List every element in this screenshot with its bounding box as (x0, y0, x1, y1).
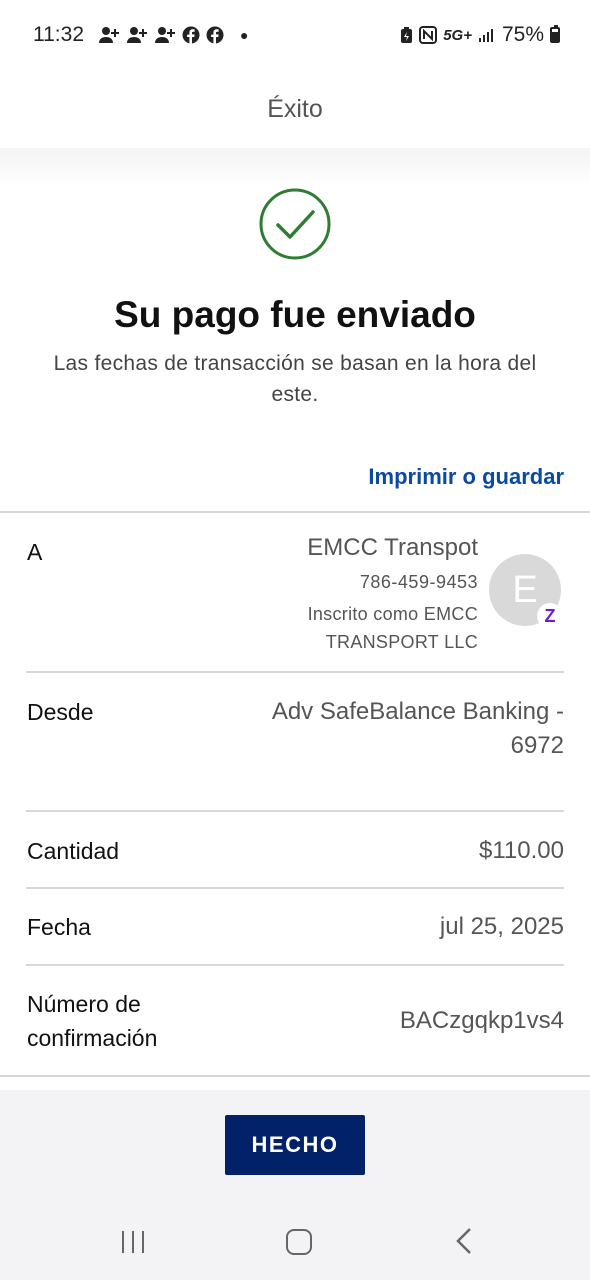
done-button[interactable]: HECHO (225, 1115, 365, 1175)
battery-icon (550, 25, 560, 43)
date-value: jul 25, 2025 (439, 913, 564, 940)
battery-level: 75% (501, 23, 544, 46)
5g-icon: 5G+ (443, 26, 472, 44)
amount-value: $110.00 (479, 837, 564, 864)
app-header: Éxito (0, 70, 590, 148)
dot-icon: ● (240, 27, 249, 43)
home-icon[interactable] (286, 1229, 312, 1255)
print-or-save-link[interactable]: Imprimir o guardar (368, 464, 564, 490)
signal-icon (478, 27, 496, 43)
to-label: A (27, 539, 43, 565)
check-circle-icon (259, 188, 331, 260)
success-subtitle: Las fechas de transacción se basan en la… (53, 352, 537, 406)
status-right: 5G+ 75% (400, 23, 560, 47)
status-left: 11:32 ● (33, 23, 248, 47)
battery-saver-icon (400, 26, 413, 44)
divider (26, 671, 564, 673)
amount-label: Cantidad (27, 838, 120, 864)
back-icon[interactable] (455, 1227, 473, 1260)
divider (26, 964, 564, 966)
person-add-icon (154, 26, 176, 44)
divider (26, 887, 564, 889)
status-bar: 11:32 ● 5G+ 75% (0, 0, 590, 70)
divider (0, 511, 590, 513)
divider (0, 1075, 590, 1077)
recipient-phone: 786-459-9453 (359, 572, 478, 592)
success-area: Su pago fue enviado Las fechas de transa… (0, 148, 590, 508)
facebook-icon (206, 26, 224, 44)
confirmation-label: Número de confirmación (27, 991, 158, 1051)
recipient-name: EMCC Transpot (307, 534, 478, 561)
recipient-enrolled-as: Inscrito como EMCC TRANSPORT LLC (307, 604, 478, 652)
recents-icon[interactable] (120, 1231, 146, 1253)
person-add-icon (98, 26, 120, 44)
from-account-value: Adv SafeBalance Banking - 6972 (271, 698, 564, 759)
zelle-badge-icon: Z (537, 603, 563, 629)
success-title: Su pago fue enviado (114, 294, 476, 335)
facebook-icon (182, 26, 200, 44)
system-nav-bar (0, 1205, 590, 1280)
nfc-icon (419, 26, 438, 44)
person-add-icon (126, 26, 148, 44)
date-label: Fecha (27, 914, 91, 940)
page-title: Éxito (267, 94, 323, 123)
status-time: 11:32 (33, 23, 84, 46)
confirmation-value: BACzgqkp1vs4 (399, 1007, 564, 1034)
divider (26, 810, 564, 812)
from-label: Desde (27, 699, 94, 725)
